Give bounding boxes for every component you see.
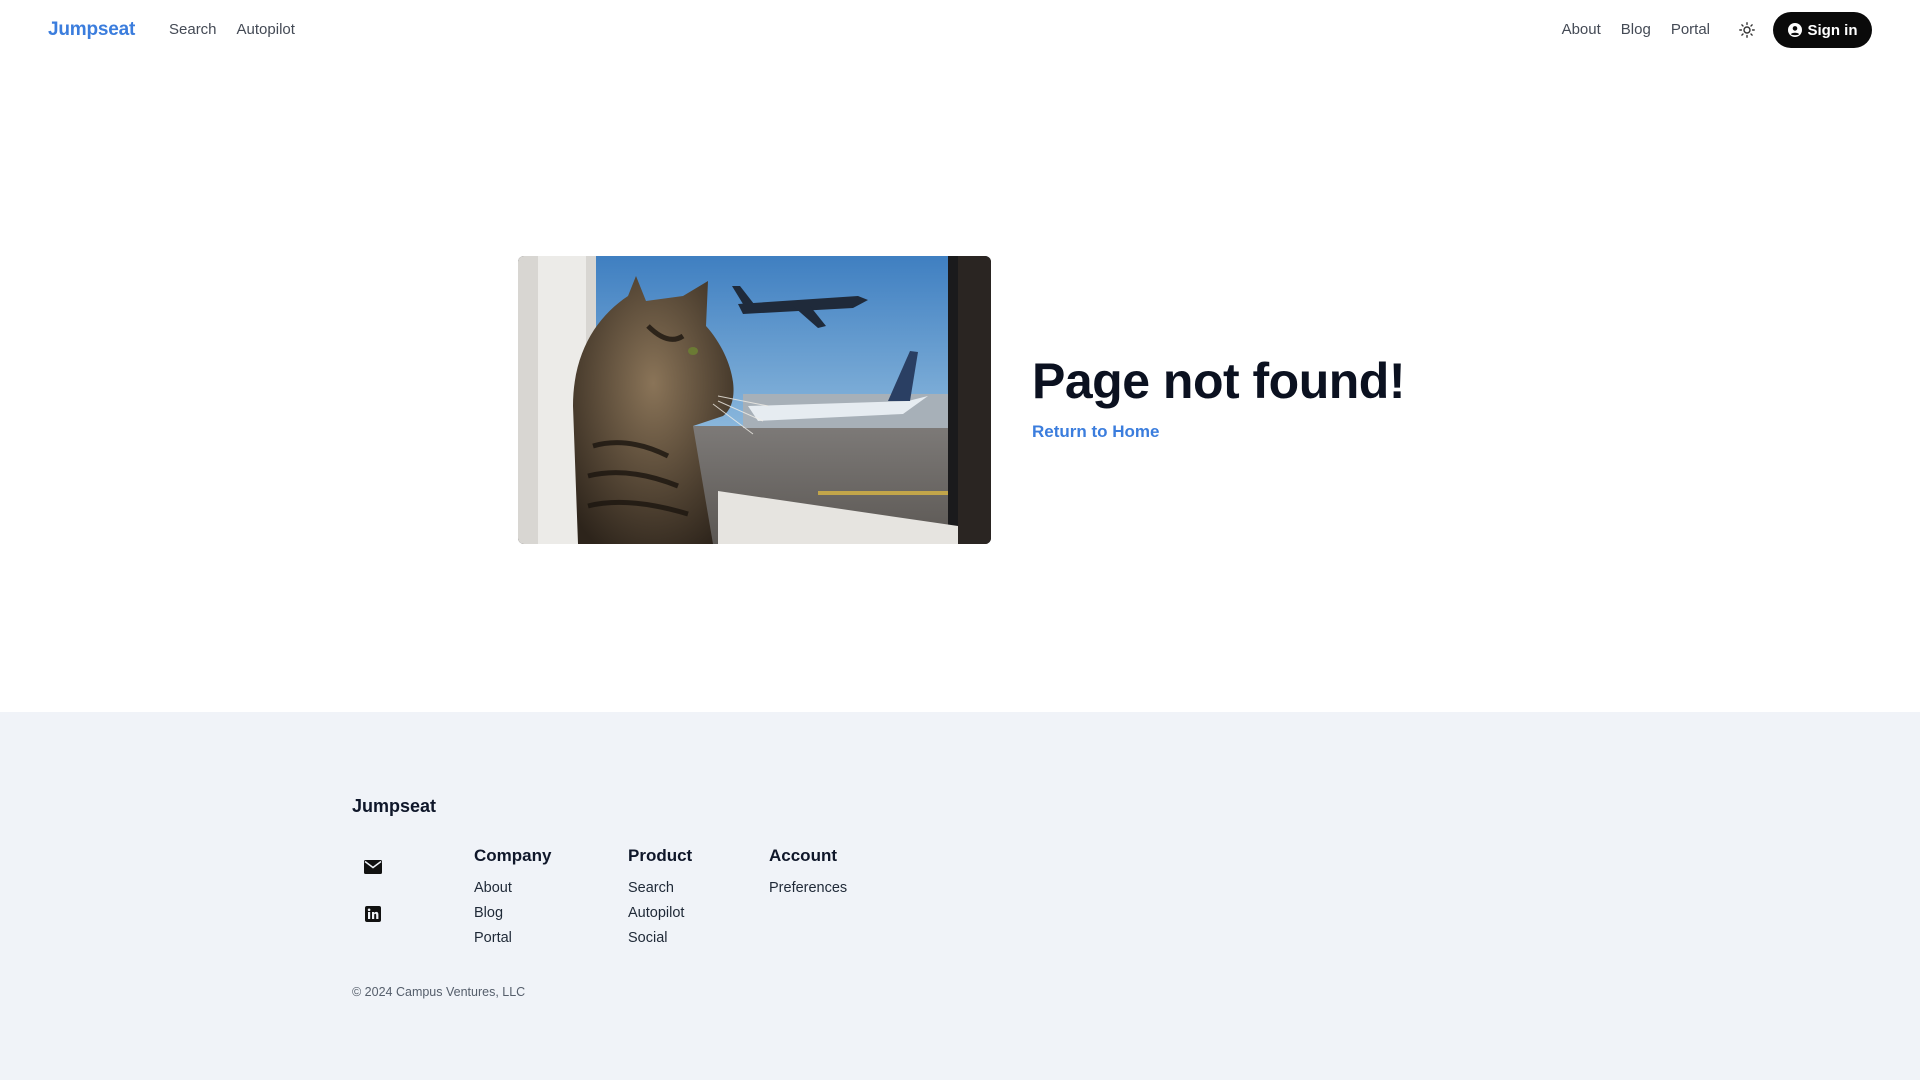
copyright-text: © 2024 Campus Ventures, LLC [352,985,526,999]
return-home-link[interactable]: Return to Home [1032,422,1160,442]
user-circle-icon [1787,23,1802,37]
footer-column-title: Company [474,846,552,865]
footer-about-link[interactable]: About [474,880,551,896]
footer-blog-link[interactable]: Blog [474,905,551,921]
site-footer: Jumpseat Company About Blog Portal Produ… [0,712,1920,1080]
nav-search-link[interactable]: Search [169,21,217,38]
top-navbar: Jumpseat Search Autopilot About Blog Por… [0,0,1920,62]
email-link[interactable] [362,856,384,878]
page-not-found-heading: Page not found! [1032,353,1406,409]
linkedin-icon [365,906,381,922]
primary-nav: Search Autopilot [169,21,295,38]
nav-portal-link[interactable]: Portal [1671,21,1710,38]
footer-autopilot-link[interactable]: Autopilot [628,905,692,921]
social-links [362,856,384,925]
theme-toggle-button[interactable] [1736,19,1758,41]
footer-portal-link[interactable]: Portal [474,930,551,946]
footer-account-column: Account Preferences [769,846,847,905]
footer-social-link[interactable]: Social [628,930,692,946]
secondary-nav: About Blog Portal [1562,21,1710,38]
nav-blog-link[interactable]: Blog [1621,21,1651,38]
footer-product-column: Product Search Autopilot Social [628,846,692,955]
nav-autopilot-link[interactable]: Autopilot [237,21,295,38]
linkedin-link[interactable] [362,903,384,925]
brand-logo-link[interactable]: Jumpseat [48,19,135,41]
cat-airplane-window-image [518,256,991,544]
sign-in-label: Sign in [1807,21,1858,39]
footer-column-title: Product [628,846,693,865]
sun-icon [1739,22,1755,38]
footer-company-column: Company About Blog Portal [474,846,551,955]
footer-brand: Jumpseat [352,796,437,816]
nav-about-link[interactable]: About [1562,21,1601,38]
envelope-icon [364,860,382,874]
footer-preferences-link[interactable]: Preferences [769,880,847,896]
footer-column-title: Account [769,846,837,865]
sign-in-button[interactable]: Sign in [1773,12,1872,48]
footer-search-link[interactable]: Search [628,880,692,896]
